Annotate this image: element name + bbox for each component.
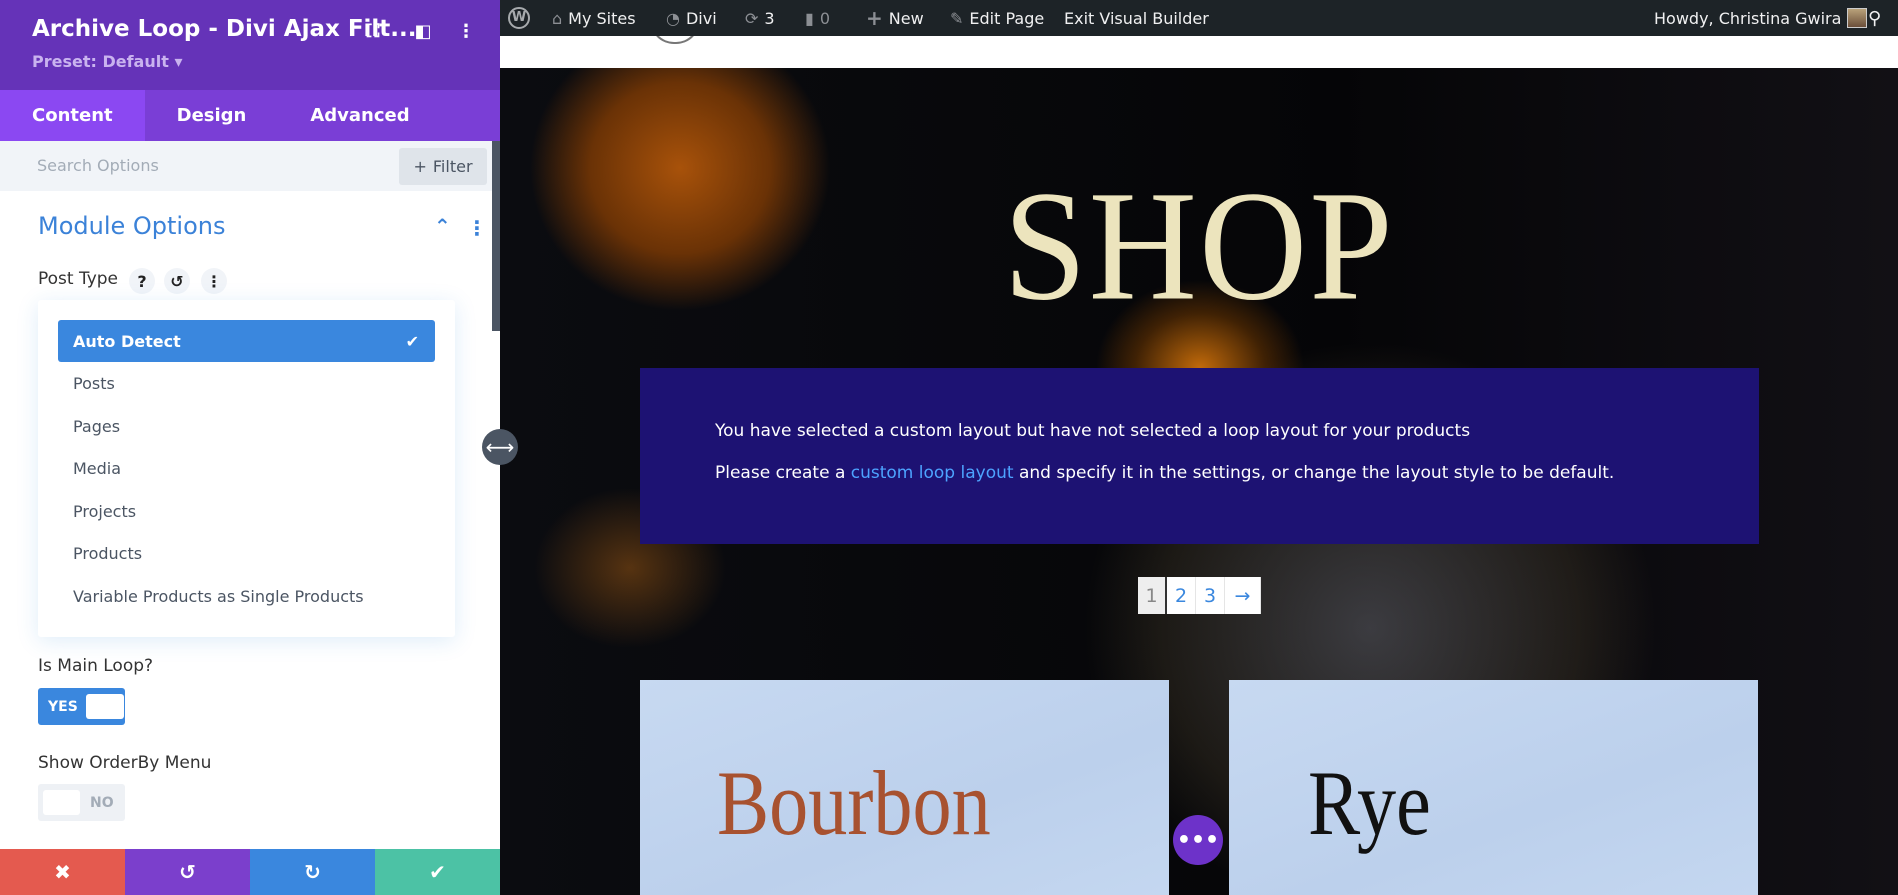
new-label: New (888, 8, 924, 28)
notice-line-1: You have selected a custom layout but ha… (715, 421, 1471, 441)
new-link[interactable]: + New (866, 0, 924, 36)
my-sites-link[interactable]: ⌂ My Sites (552, 0, 636, 36)
is-main-loop-toggle[interactable]: YES (38, 688, 125, 725)
search-input[interactable]: Search Options (37, 156, 159, 175)
close-icon: ✖ (54, 860, 71, 884)
settings-panel: Archive Loop - Divi Ajax Filt... Preset:… (0, 0, 500, 895)
layout-notice: You have selected a custom layout but ha… (640, 368, 1759, 544)
comments-count: 0 (819, 8, 830, 28)
plus-icon: + (413, 157, 427, 176)
check-icon: ✔ (405, 331, 419, 351)
preset-dropdown[interactable]: Preset: Default ▾ (32, 52, 182, 71)
scrollbar[interactable] (492, 141, 500, 331)
dashboard-icon: ◔ (666, 8, 680, 28)
comments-link[interactable]: ▮ 0 (805, 0, 830, 36)
card-title: Bourbon (717, 752, 991, 854)
pencil-icon: ✎ (950, 8, 964, 28)
option-posts[interactable]: Posts (58, 362, 435, 404)
option-products[interactable]: Products (58, 532, 435, 574)
toggle-knob (85, 694, 124, 719)
redo-icon: ↻ (304, 860, 321, 884)
filter-label: Filter (432, 157, 473, 176)
chevron-up-icon[interactable]: ⌃ (434, 214, 451, 238)
wordpress-logo-icon[interactable]: W (508, 0, 530, 36)
option-pages[interactable]: Pages (58, 405, 435, 447)
resize-handle[interactable]: ⟷ (482, 429, 518, 465)
page-2[interactable]: 2 (1167, 577, 1196, 614)
option-variable-products[interactable]: Variable Products as Single Products (58, 575, 435, 617)
product-card-rye[interactable]: Rye (1229, 680, 1758, 895)
help-icon[interactable]: ? (129, 268, 155, 294)
is-main-loop-label: Is Main Loop? (38, 656, 154, 676)
fullscreen-icon[interactable]: ⛶ (360, 18, 386, 44)
check-icon: ✔ (429, 860, 446, 884)
page-1[interactable]: 1 (1138, 577, 1167, 614)
next-page[interactable]: → (1225, 577, 1261, 614)
site-header (500, 36, 1898, 68)
show-orderby-label: Show OrderBy Menu (38, 753, 212, 773)
account-menu[interactable]: Howdy, Christina Gwira (1654, 0, 1868, 36)
tab-advanced[interactable]: Advanced (278, 90, 441, 141)
card-title: Rye (1308, 752, 1431, 854)
section-title[interactable]: Module Options (38, 212, 226, 240)
page-title: SHOP (1003, 158, 1395, 334)
resize-arrows-icon: ⟷ (485, 435, 515, 459)
layout-toggle-icon[interactable]: ◧ (410, 18, 436, 44)
option-media[interactable]: Media (58, 447, 435, 489)
post-type-label: Post Type (38, 269, 119, 289)
edit-page-link[interactable]: ✎ Edit Page (950, 0, 1044, 36)
plus-icon: + (866, 6, 883, 30)
option-projects[interactable]: Projects (58, 490, 435, 532)
undo-button[interactable]: ↺ (125, 849, 250, 895)
cancel-button[interactable]: ✖ (0, 849, 125, 895)
undo-icon: ↺ (179, 860, 196, 884)
section-menu-icon[interactable]: ⋮ (467, 216, 487, 240)
toggle-knob (43, 790, 80, 815)
admin-bar: W ⌂ My Sites ◔ Divi ⟳ 3 ▮ 0 + New ✎ Edit Page … (500, 0, 1898, 36)
filter-button[interactable]: + Filter (399, 148, 487, 185)
panel-tabs: Content Design Advanced (0, 90, 500, 141)
site-label: Divi (685, 8, 717, 28)
ellipsis-icon: ••• (1176, 827, 1220, 853)
page-3[interactable]: 3 (1196, 577, 1225, 614)
toggle-value: NO (90, 794, 114, 811)
updates-icon: ⟳ (745, 8, 759, 28)
field-menu-icon[interactable]: ⋮ (201, 268, 227, 294)
notice-text: Please create a (715, 463, 851, 483)
product-card-bourbon[interactable]: Bourbon (640, 680, 1169, 895)
post-type-dropdown: Auto Detect ✔ Posts Pages Media Projects … (38, 300, 455, 637)
panel-title: Archive Loop - Divi Ajax Filt... (32, 16, 417, 42)
toggle-value: YES (48, 698, 78, 715)
show-orderby-toggle[interactable]: NO (38, 784, 125, 821)
comment-icon: ▮ (805, 8, 814, 28)
site-link[interactable]: ◔ Divi (666, 0, 717, 36)
panel-header: Archive Loop - Divi Ajax Filt... Preset:… (0, 0, 500, 90)
edit-page-label: Edit Page (969, 8, 1045, 28)
updates-link[interactable]: ⟳ 3 (745, 0, 775, 36)
notice-line-2: Please create a custom loop layout and s… (715, 463, 1759, 483)
save-button[interactable]: ✔ (375, 849, 500, 895)
redo-button[interactable]: ↻ (250, 849, 375, 895)
updates-count: 3 (764, 8, 775, 28)
tab-content[interactable]: Content (0, 90, 145, 141)
reset-icon[interactable]: ↺ (164, 268, 190, 294)
avatar (1847, 8, 1868, 28)
row-options-button[interactable]: ••• (1173, 815, 1223, 865)
sites-icon: ⌂ (552, 8, 563, 28)
my-sites-label: My Sites (568, 8, 636, 28)
tab-design[interactable]: Design (145, 90, 279, 141)
howdy-label: Howdy, Christina Gwira (1654, 8, 1842, 28)
more-options-icon[interactable]: ⋮ (453, 18, 479, 44)
custom-loop-layout-link[interactable]: custom loop layout (851, 463, 1014, 483)
search-icon[interactable]: ⚲ (1868, 0, 1881, 36)
action-bar: ✖ ↺ ↻ ✔ (0, 849, 500, 895)
option-auto-detect[interactable]: Auto Detect ✔ (58, 320, 435, 362)
pagination: 1 2 3 → (1138, 577, 1261, 614)
exit-visual-builder-link[interactable]: Exit Visual Builder (1064, 0, 1209, 36)
option-label: Auto Detect (73, 331, 181, 351)
search-bar: Search Options + Filter (0, 141, 492, 191)
notice-text: and specify it in the settings, or chang… (1013, 463, 1615, 483)
